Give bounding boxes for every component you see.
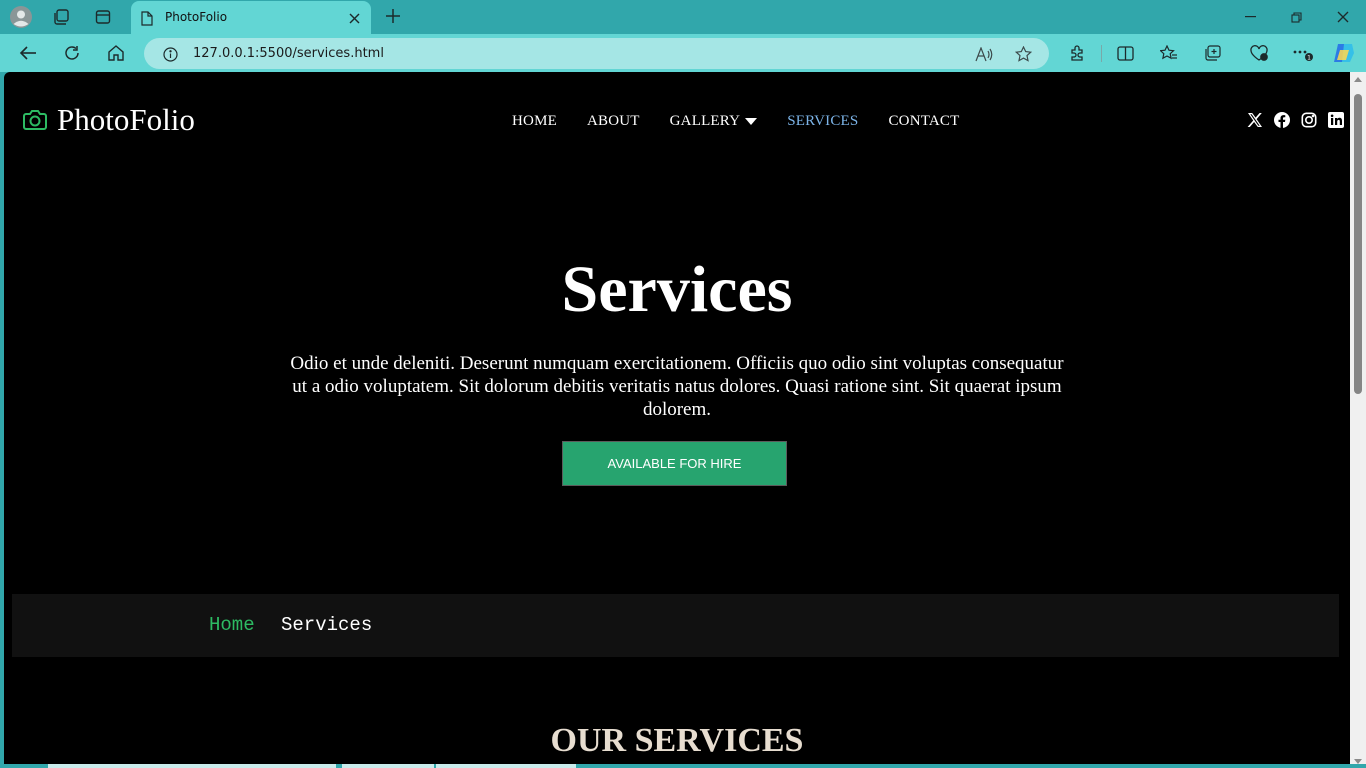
- home-icon[interactable]: [105, 43, 127, 63]
- page-document-icon: [140, 10, 154, 26]
- more-options-icon[interactable]: 1: [1291, 43, 1315, 63]
- nav-about[interactable]: ABOUT: [587, 113, 640, 130]
- logo-text: PhotoFolio: [57, 102, 195, 137]
- hero-title: Services: [561, 253, 793, 326]
- page-scrollbar[interactable]: [1350, 72, 1366, 768]
- nav-contact[interactable]: CONTACT: [888, 113, 959, 130]
- page-viewport: PhotoFolio HOME ABOUT GALLERY SERVICES C…: [4, 72, 1366, 768]
- active-tab[interactable]: PhotoFolio: [131, 1, 371, 34]
- browser-toolbar: 127.0.0.1:5500/services.html 1: [0, 34, 1366, 72]
- profile-avatar-icon[interactable]: [9, 5, 33, 29]
- favorites-icon[interactable]: [1159, 43, 1179, 63]
- main-nav: HOME ABOUT GALLERY SERVICES CONTACT: [512, 113, 990, 130]
- breadcrumb: Home Services: [12, 594, 1339, 657]
- minimize-icon[interactable]: [1240, 8, 1260, 26]
- nav-gallery[interactable]: GALLERY: [670, 113, 758, 130]
- scroll-up-arrow-icon[interactable]: [1354, 77, 1362, 82]
- close-window-icon[interactable]: [1333, 8, 1353, 26]
- workspaces-icon[interactable]: [50, 6, 72, 28]
- camera-icon: [22, 109, 48, 131]
- browser-tab-bar: PhotoFolio: [0, 0, 1366, 34]
- collections-icon[interactable]: [1203, 43, 1223, 63]
- scroll-thumb[interactable]: [1354, 94, 1362, 394]
- bottom-edge: [0, 764, 1366, 768]
- back-arrow-icon[interactable]: [17, 43, 39, 63]
- tab-actions-icon[interactable]: [92, 6, 114, 28]
- breadcrumb-current: Services: [281, 614, 373, 636]
- caret-down-icon: [745, 118, 758, 125]
- nav-home[interactable]: HOME: [512, 113, 557, 130]
- read-aloud-icon[interactable]: [974, 45, 994, 63]
- address-bar[interactable]: 127.0.0.1:5500/services.html: [144, 38, 1049, 69]
- close-tab-icon[interactable]: [347, 11, 361, 25]
- url-text[interactable]: 127.0.0.1:5500/services.html: [193, 46, 384, 61]
- favorite-star-icon[interactable]: [1013, 45, 1033, 63]
- hero-description: Odio et unde deleniti. Deserunt numquam …: [290, 353, 1064, 420]
- nav-services[interactable]: SERVICES: [787, 113, 858, 130]
- copilot-icon[interactable]: [1331, 41, 1357, 65]
- facebook-icon[interactable]: [1274, 112, 1290, 128]
- instagram-icon[interactable]: [1301, 112, 1317, 128]
- site-info-icon[interactable]: [162, 46, 178, 62]
- our-services-heading: OUR SERVICES: [550, 722, 804, 759]
- nav-gallery-label: GALLERY: [669, 113, 741, 129]
- breadcrumb-home-link[interactable]: Home: [209, 614, 255, 636]
- split-screen-icon[interactable]: [1115, 43, 1135, 63]
- extensions-icon[interactable]: [1067, 43, 1087, 63]
- linkedin-icon[interactable]: [1328, 112, 1344, 128]
- browser-essentials-icon[interactable]: [1248, 43, 1270, 63]
- restore-icon[interactable]: [1286, 8, 1306, 26]
- svg-text:1: 1: [1307, 55, 1311, 62]
- new-tab-icon[interactable]: [383, 6, 403, 26]
- social-links: [1247, 112, 1344, 128]
- x-icon[interactable]: [1247, 112, 1263, 128]
- toolbar-divider: [1101, 45, 1102, 62]
- site-logo[interactable]: PhotoFolio: [22, 102, 195, 138]
- available-for-hire-button[interactable]: AVAILABLE FOR HIRE: [562, 441, 787, 486]
- refresh-icon[interactable]: [61, 43, 83, 63]
- tab-title: PhotoFolio: [165, 10, 228, 24]
